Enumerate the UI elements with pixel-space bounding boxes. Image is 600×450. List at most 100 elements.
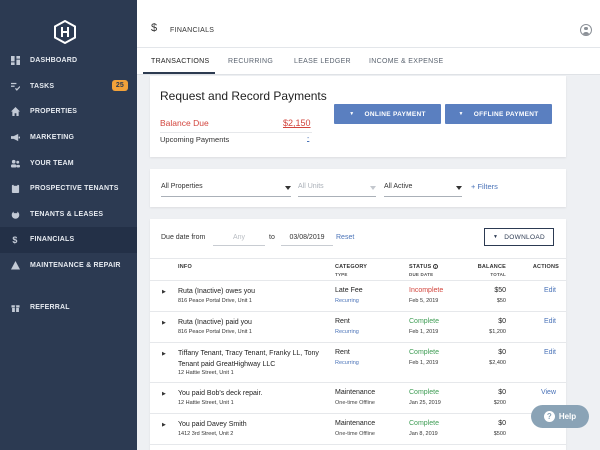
- expand-row-icon[interactable]: ▶: [162, 320, 166, 326]
- megaphone-icon: [10, 133, 20, 143]
- leases-icon: [10, 209, 20, 219]
- sidebar-item-label: REFERRAL: [30, 303, 70, 311]
- transaction-category: Rent: [335, 318, 350, 325]
- sidebar-item-prospective-tenants[interactable]: PROSPECTIVE TENANTS: [0, 176, 137, 202]
- download-button[interactable]: ▼ DOWNLOAD: [484, 228, 554, 246]
- sidebar-item-label: PROSPECTIVE TENANTS: [30, 185, 119, 193]
- upcoming-payments-value[interactable]: -: [307, 135, 309, 142]
- view-link[interactable]: View: [541, 389, 556, 396]
- sidebar-item-properties[interactable]: PROPERTIES: [0, 99, 137, 125]
- date-to-label: to: [269, 234, 275, 241]
- help-label: Help: [558, 412, 577, 421]
- edit-link[interactable]: Edit: [544, 349, 556, 356]
- offline-payment-button[interactable]: ▼ OFFLINE PAYMENT: [445, 104, 552, 124]
- transaction-status: Complete: [409, 389, 439, 396]
- sidebar-item-maintenance-repair[interactable]: MAINTENANCE & REPAIR: [0, 253, 137, 279]
- transaction-info: Ruta (Inactive) paid you: [178, 319, 252, 326]
- sidebar-item-referral[interactable]: REFERRAL: [0, 294, 137, 320]
- transaction-category: Late Fee: [335, 287, 363, 294]
- page-title: FINANCIALS: [170, 27, 215, 34]
- sidebar-separator: [0, 278, 137, 294]
- sidebar-item-dashboard[interactable]: DASHBOARD: [0, 48, 137, 74]
- home-icon: [10, 107, 20, 117]
- table-row[interactable]: ▶ You paid Bob's deck repair. 12 Hattie …: [150, 383, 566, 414]
- gift-icon: [10, 302, 20, 312]
- transaction-type: Recurring: [335, 298, 359, 304]
- sidebar-item-label: TENANTS & LEASES: [30, 210, 104, 218]
- dropdown-arrow-icon: [285, 186, 291, 190]
- expand-row-icon[interactable]: ▶: [162, 351, 166, 357]
- sidebar-nav: DASHBOARD TASKS 25 PROPERTIES MARKETING …: [0, 48, 137, 320]
- help-button[interactable]: ? Help: [531, 405, 589, 428]
- tab-income-expense[interactable]: INCOME & EXPENSE: [369, 58, 443, 65]
- online-payment-label: ONLINE PAYMENT: [364, 110, 426, 118]
- header-status: STATUS i DUE DATE: [409, 264, 439, 277]
- reset-link[interactable]: Reset: [336, 234, 354, 241]
- due-date-label: Due date from: [161, 234, 206, 241]
- header-type-label: TYPE: [335, 272, 348, 277]
- table-row[interactable]: ▶ Ruta (Inactive) owes you 816 Peace Por…: [150, 281, 566, 312]
- due-date-from-input[interactable]: Any: [213, 229, 265, 246]
- transaction-total: $2,400: [489, 360, 506, 366]
- tab-lease-ledger[interactable]: LEASE LEDGER: [294, 58, 351, 65]
- transaction-category: Maintenance: [335, 389, 376, 396]
- balance-due-label: Balance Due: [160, 118, 209, 128]
- payments-card: Request and Record Payments Balance Due …: [150, 76, 566, 157]
- header-info: INFO: [178, 264, 192, 270]
- edit-link[interactable]: Edit: [544, 287, 556, 294]
- user-account-icon[interactable]: [580, 24, 592, 36]
- tab-recurring[interactable]: RECURRING: [228, 58, 273, 65]
- tab-transactions[interactable]: TRANSACTIONS: [151, 58, 209, 65]
- transaction-type: Recurring: [335, 360, 359, 366]
- table-row[interactable]: ▶ Ruta (Inactive) paid you 816 Peace Por…: [150, 312, 566, 343]
- transaction-balance: $0: [498, 420, 506, 427]
- download-label: DOWNLOAD: [504, 233, 545, 241]
- dashboard-icon: [10, 56, 20, 66]
- sidebar-item-label: MAINTENANCE & REPAIR: [30, 262, 121, 270]
- transaction-total: $50: [496, 298, 506, 304]
- dropdown-arrow-icon: [370, 186, 376, 190]
- caret-down-icon: ▼: [493, 234, 499, 240]
- balance-due-value[interactable]: $2,150: [283, 118, 311, 128]
- online-payment-button[interactable]: ▼ ONLINE PAYMENT: [334, 104, 441, 124]
- add-filters-link[interactable]: + Filters: [471, 182, 498, 191]
- info-icon[interactable]: i: [433, 264, 439, 269]
- units-select[interactable]: All Units: [298, 181, 376, 197]
- transaction-status: Complete: [409, 349, 439, 356]
- team-icon: [10, 158, 20, 168]
- expand-row-icon[interactable]: ▶: [162, 391, 166, 397]
- offline-payment-label: OFFLINE PAYMENT: [473, 110, 539, 118]
- expand-row-icon[interactable]: ▶: [162, 422, 166, 428]
- transaction-info: You paid Bob's deck repair.: [178, 390, 263, 397]
- question-icon: ?: [543, 411, 555, 422]
- due-date-to-input[interactable]: 03/08/2019: [281, 229, 333, 246]
- table-row[interactable]: ▶ Tiffany Tenant, Tracy Tenant, Franky L…: [150, 343, 566, 383]
- status-select[interactable]: All Active: [384, 181, 462, 197]
- header-balance-label: BALANCE: [477, 264, 506, 270]
- sidebar-item-financials[interactable]: $ FINANCIALS: [0, 227, 137, 253]
- sidebar-item-your-team[interactable]: YOUR TEAM: [0, 150, 137, 176]
- transaction-status: Incomplete: [409, 287, 444, 294]
- properties-select[interactable]: All Properties: [161, 181, 291, 197]
- transaction-balance: $50: [494, 287, 506, 294]
- sidebar-item-label: FINANCIALS: [30, 236, 75, 244]
- tasks-count-badge: 25: [111, 79, 128, 91]
- logo-icon[interactable]: [54, 20, 76, 44]
- sidebar-item-marketing[interactable]: MARKETING: [0, 125, 137, 151]
- divider: [160, 132, 312, 133]
- filters-card: All Properties All Units All Active + Fi…: [150, 169, 566, 207]
- table-row[interactable]: ▶ You paid Davey Smith 1412 3rd Street, …: [150, 414, 566, 445]
- clipboard-icon: [10, 184, 20, 194]
- header-category-label: CATEGORY: [335, 264, 368, 270]
- expand-row-icon[interactable]: ▶: [162, 289, 166, 295]
- transaction-address: 1412 3rd Street, Unit 2: [178, 431, 234, 437]
- sidebar: DASHBOARD TASKS 25 PROPERTIES MARKETING …: [0, 0, 137, 450]
- sidebar-item-tenants-leases[interactable]: TENANTS & LEASES: [0, 202, 137, 228]
- status-select-value: All Active: [384, 183, 413, 190]
- edit-link[interactable]: Edit: [544, 318, 556, 325]
- transaction-total: $500: [493, 431, 506, 437]
- table-header: INFO CATEGORY TYPE STATUS i DUE DATE BALAN…: [150, 258, 566, 281]
- transaction-due-date: Feb 1, 2019: [409, 329, 439, 335]
- dropdown-arrow-icon: [456, 186, 462, 190]
- sidebar-item-tasks[interactable]: TASKS 25: [0, 74, 137, 100]
